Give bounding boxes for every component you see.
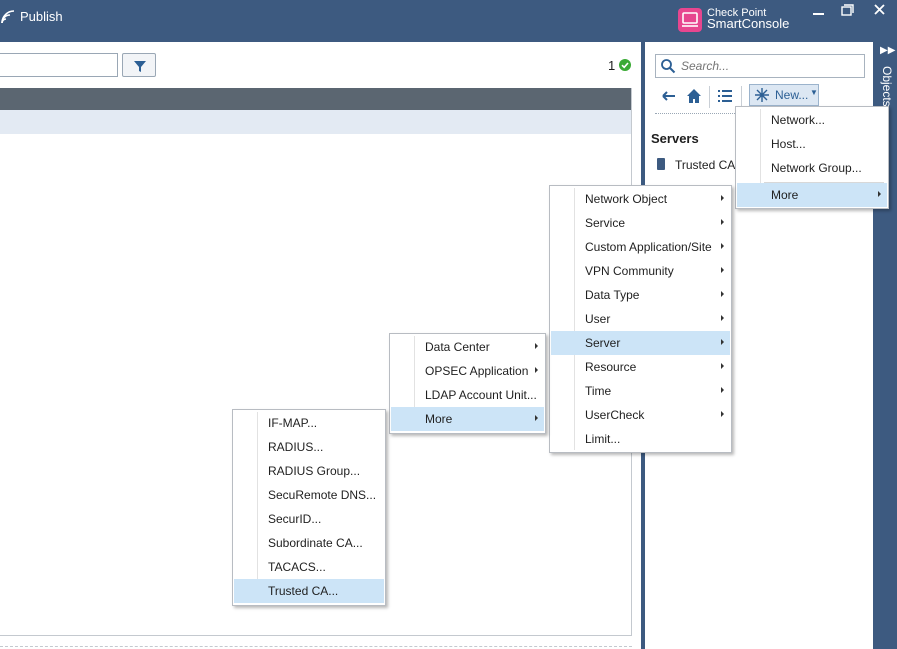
menu-item-time[interactable]: Time [551,379,730,403]
grid-header [0,88,632,110]
logo-text-smartconsole: SmartConsole [707,16,790,31]
menu-item-server-more[interactable]: More [391,407,544,431]
expand-panel-icon[interactable]: ▶▶ [880,45,895,56]
menu-item-trusted-ca[interactable]: Trusted CA... [234,579,384,603]
menu-item-if-map[interactable]: IF-MAP... [234,411,384,435]
minimize-icon[interactable] [804,0,834,24]
menu-item-opsec-application[interactable]: OPSEC Application [391,359,544,383]
check-circle-icon [619,59,631,71]
menu-item-server[interactable]: Server [551,331,730,355]
publish-button[interactable]: Publish [20,9,63,24]
publish-icon[interactable] [0,9,18,25]
menu-item-custom-application-site[interactable]: Custom Application/Site [551,235,730,259]
submenu-arrow-icon [721,195,724,201]
server-icon [657,158,665,170]
back-arrow-icon[interactable] [660,87,678,105]
submenu-arrow-icon [535,343,538,349]
new-star-icon [755,88,769,102]
submenu-arrow-icon [721,291,724,297]
filter-button[interactable] [122,53,156,77]
menu-item-network-group[interactable]: Network Group... [737,156,887,180]
menu-item-subordinate-ca[interactable]: Subordinate CA... [234,531,384,555]
bottom-divider [0,646,632,648]
toolbar-divider [655,113,735,115]
menu-item-host[interactable]: Host... [737,132,887,156]
menu-item-more[interactable]: More [737,183,887,207]
menu-item-limit[interactable]: Limit... [551,427,730,451]
menu-item-service[interactable]: Service [551,211,730,235]
menu-item-network[interactable]: Network... [737,108,887,132]
menu-item-network-object[interactable]: Network Object [551,187,730,211]
object-item-trusted-ca[interactable]: Trusted CA [675,158,735,172]
submenu-arrow-icon [721,387,724,393]
submenu-arrow-icon [721,411,724,417]
close-icon[interactable] [864,0,894,24]
rulebase-search-input[interactable] [0,53,118,77]
submenu-arrow-icon [535,367,538,373]
server-more-menu: IF-MAP... RADIUS... RADIUS Group... Secu… [232,409,386,606]
search-icon [661,59,676,74]
menu-item-radius[interactable]: RADIUS... [234,435,384,459]
restore-icon[interactable] [832,0,862,24]
home-icon[interactable] [685,87,703,105]
menu-item-vpn-community[interactable]: VPN Community [551,259,730,283]
submenu-arrow-icon [721,339,724,345]
more-menu: Network Object Service Custom Applicatio… [549,185,732,453]
servers-section-title: Servers [651,131,699,146]
submenu-arrow-icon [878,191,881,197]
submenu-arrow-icon [721,243,724,249]
toolbar-separator [709,86,710,108]
menu-item-data-center[interactable]: Data Center [391,335,544,359]
server-menu: Data Center OPSEC Application LDAP Accou… [389,333,546,434]
new-button-label: New... [775,88,809,102]
list-view-icon[interactable] [716,87,734,105]
submenu-arrow-icon [721,363,724,369]
grid-bottom-border [0,635,632,636]
menu-item-data-type[interactable]: Data Type [551,283,730,307]
menu-item-securid[interactable]: SecurID... [234,507,384,531]
menu-item-resource[interactable]: Resource [551,355,730,379]
menu-item-ldap-account-unit[interactable]: LDAP Account Unit... [391,383,544,407]
submenu-arrow-icon [721,219,724,225]
toolbar-separator [741,86,742,108]
smartconsole-logo-icon [678,8,702,32]
changes-count: 1 [608,58,616,73]
new-menu: Network... Host... Network Group... More [735,106,889,209]
menu-item-user[interactable]: User [551,307,730,331]
submenu-arrow-icon [721,267,724,273]
menu-item-tacacs[interactable]: TACACS... [234,555,384,579]
chevron-down-icon: ▼ [810,88,818,97]
grid-section-row[interactable] [0,110,632,134]
menu-item-securemote-dns[interactable]: SecuRemote DNS... [234,483,384,507]
tab-objects-label: Objects [880,66,894,107]
menu-item-radius-group[interactable]: RADIUS Group... [234,459,384,483]
submenu-arrow-icon [535,415,538,421]
filter-icon [134,61,146,72]
menu-item-usercheck[interactable]: UserCheck [551,403,730,427]
submenu-arrow-icon [721,315,724,321]
objects-search-input[interactable] [681,57,859,75]
